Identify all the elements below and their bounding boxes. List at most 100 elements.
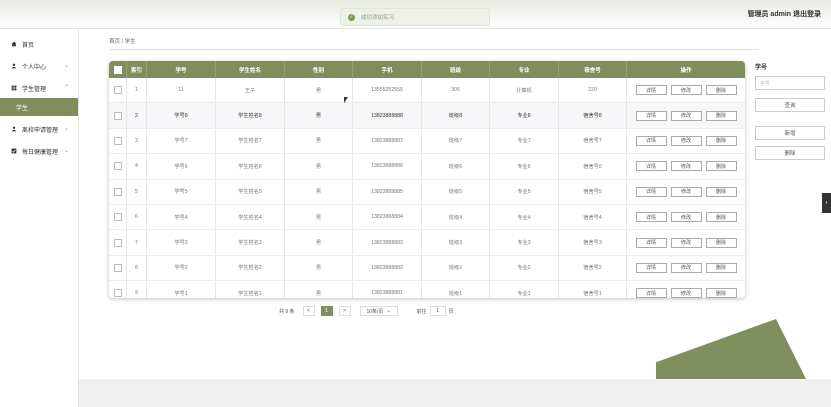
detail-button[interactable]: 详情 [635,262,667,273]
row-checkbox[interactable] [113,289,122,298]
cell-dorm: 宿舍号4 [559,204,627,230]
delete-row-button[interactable]: 删除 [705,186,737,197]
add-button[interactable]: 新增 [755,126,825,140]
detail-button[interactable]: 详情 [635,110,667,121]
row-select-cell[interactable] [109,103,127,128]
search-input[interactable]: 学号 [755,76,825,90]
row-checkbox[interactable] [113,111,122,120]
grid-icon [11,85,17,91]
row-checkbox[interactable] [113,263,122,272]
row-select-cell[interactable] [109,179,127,204]
edit-button[interactable]: 修改 [670,212,702,223]
cell-dorm: 宿舍号1 [559,281,627,298]
edit-button[interactable]: 修改 [670,110,702,121]
delete-button[interactable]: 删除 [755,146,825,160]
row-checkbox[interactable] [113,213,122,222]
cell-phone: 13823888883 [353,230,422,255]
detail-button[interactable]: 详情 [635,186,667,197]
user-logout-text[interactable]: 管理员 admin 退出登录 [747,9,821,19]
edit-button[interactable]: 修改 [670,161,702,172]
row-select-cell[interactable] [109,128,127,154]
person-icon [11,126,17,132]
header-actions: 操作 [680,67,692,74]
edit-button[interactable]: 修改 [670,237,702,248]
row-select-cell[interactable] [109,204,127,230]
detail-button[interactable]: 详情 [635,288,667,298]
edit-button[interactable]: 修改 [670,262,702,273]
cell-xh: 学号7 [147,128,216,154]
detail-button[interactable]: 详情 [635,237,667,248]
row-checkbox[interactable] [113,136,122,145]
prev-page-button[interactable]: < [302,306,315,316]
delete-row-button[interactable]: 删除 [705,135,737,146]
row-select-cell[interactable] [109,230,127,255]
top-bar: ✓ 成功添加实习 管理员 admin 退出登录 [0,0,831,29]
goto-page-input[interactable]: 1 [429,306,446,316]
search-button[interactable]: 查询 [755,98,825,112]
home-icon [11,41,17,47]
row-checkbox[interactable] [113,238,122,247]
cell-dorm: 宿舍号7 [559,128,627,154]
cell-major: 专业4 [490,204,559,230]
delete-row-button[interactable]: 删除 [705,288,737,298]
search-label: 学号 [755,65,768,71]
table-row: 7 学号3 学生姓名3 男 13823888883 班级3 专业3 宿舍号3 详情 修改 删除 [109,230,745,256]
cell-phone: 13823888885 [353,179,422,204]
row-select-cell[interactable] [109,78,127,103]
cell-phone: 13823888888 [353,103,422,128]
sidebar-item-leave-application[interactable]: 离校申请管理 ⌄ [0,121,78,137]
breadcrumb-home[interactable]: 首页 [109,39,120,45]
row-checkbox[interactable] [113,187,122,196]
sidebar-item-student[interactable]: 学生 [0,98,78,116]
cell-major: 专业1 [490,281,559,298]
sidebar-item-home[interactable]: 首页 [0,36,78,52]
delete-row-button[interactable]: 删除 [705,110,737,121]
cell-sex: 男 [285,281,353,298]
page-size-select[interactable]: 10条/页 ⌄ [359,306,398,316]
detail-button[interactable]: 详情 [635,212,667,223]
edit-button[interactable]: 修改 [670,85,702,96]
cell-major: 专业3 [490,230,559,255]
goto-label: 前往 [416,308,427,315]
cell-idx: 5 [127,179,147,204]
row-select-cell[interactable] [109,255,127,281]
chevron-down-icon: ⌄ [63,148,69,154]
header-select-all[interactable] [109,61,127,78]
sidebar-item-label: 学生 [16,105,29,112]
cell-xh: 学号3 [147,230,216,255]
page-button-current[interactable]: 1 [320,306,333,316]
cell-idx: 9 [127,281,147,298]
edit-button[interactable]: 修改 [670,186,702,197]
delete-row-button[interactable]: 删除 [705,237,737,248]
row-checkbox[interactable] [113,162,122,171]
collapse-panel-icon[interactable]: ‹ [822,193,831,213]
cell-major: 专业5 [490,179,559,204]
edit-button[interactable]: 修改 [670,135,702,146]
goto-suffix: 页 [448,308,454,315]
pagination: 共 9 条 < 1 > 10条/页 ⌄ 前往 1 页 [279,305,454,317]
select-all-checkbox[interactable] [113,65,122,74]
sidebar-item-student-mgmt[interactable]: 学生管理 ⌃ [0,80,78,96]
page-size-value: 10条/页 [366,308,384,315]
cell-sex: 男 [285,154,353,179]
sidebar-item-daily-health[interactable]: 每日健康管理 ⌄ [0,143,78,159]
row-checkbox[interactable] [113,86,122,95]
cell-xh: 学号4 [147,204,216,230]
row-actions: 详情 修改 删除 [627,205,745,229]
cell-phone: 13823888881 [353,281,422,298]
delete-row-button[interactable]: 删除 [705,262,737,273]
sidebar-item-profile[interactable]: 个人中心 ⌄ [0,58,78,74]
detail-button[interactable]: 详情 [635,135,667,146]
edit-button[interactable]: 修改 [670,288,702,298]
detail-button[interactable]: 详情 [635,85,667,96]
cell-name: 学生姓名2 [216,255,285,281]
delete-row-button[interactable]: 删除 [705,212,737,223]
cell-dorm: 宿舍号5 [559,179,627,204]
cell-major: 计算机 [490,78,559,103]
delete-row-button[interactable]: 删除 [705,85,737,96]
delete-row-button[interactable]: 删除 [705,161,737,172]
detail-button[interactable]: 详情 [635,161,667,172]
row-select-cell[interactable] [109,154,127,179]
next-page-button[interactable]: > [338,306,351,316]
row-select-cell[interactable] [109,281,127,298]
